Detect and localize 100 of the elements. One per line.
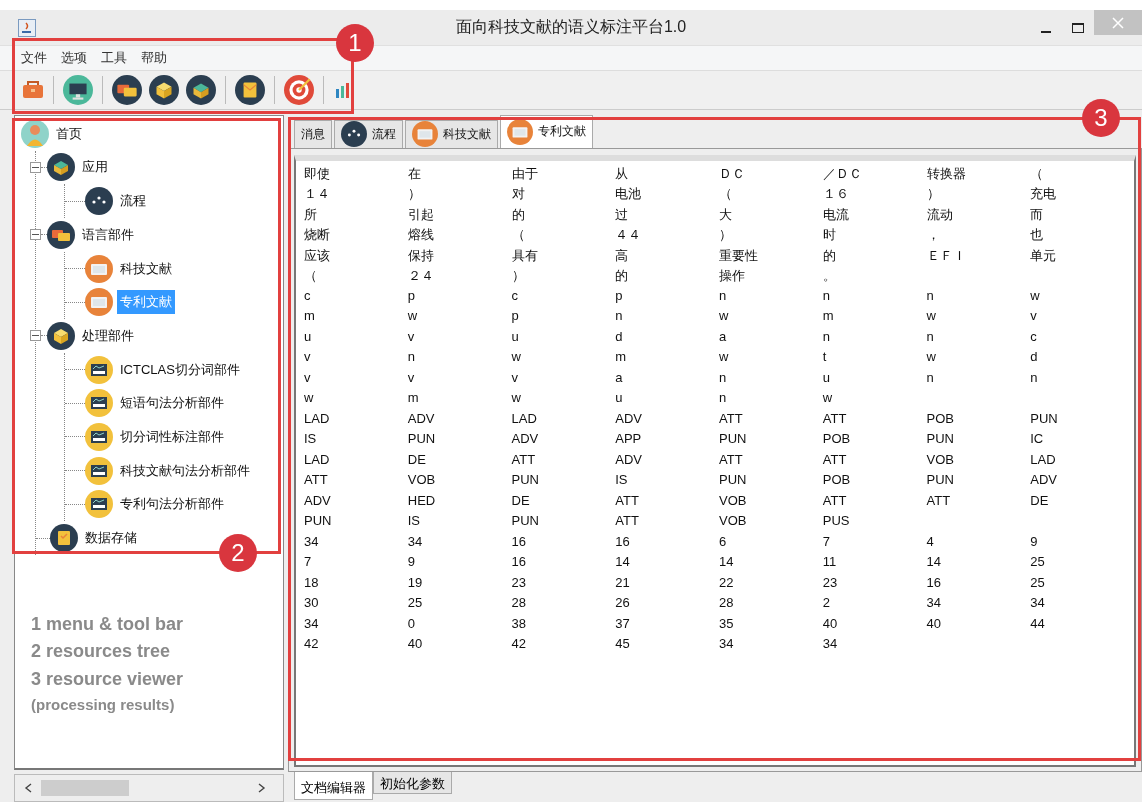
collapse-toggle[interactable] (30, 229, 41, 241)
grid-cell: 对 (511, 186, 525, 202)
tree-item[interactable]: 应用 (79, 155, 111, 180)
menu-item[interactable]: 选项 (60, 49, 88, 67)
menu-item[interactable]: 帮助 (140, 49, 168, 67)
grid-cell: 2 (822, 595, 830, 611)
grid-cell: （ (1030, 165, 1044, 181)
grid-cell: 单元 (1030, 247, 1057, 263)
grid-cell: v (1030, 308, 1037, 324)
grid-cell: 16 (511, 554, 526, 570)
tree-item[interactable]: 科技文献句法分析部件 (117, 458, 253, 483)
tree-item[interactable]: ICTCLAS切分词部件 (117, 357, 243, 382)
grid-cell: n (822, 287, 830, 303)
java-icon (18, 18, 36, 37)
grid-cell: 14 (615, 554, 630, 570)
tab[interactable]: 科技文献 (405, 119, 498, 148)
grid-cell: w (926, 308, 936, 324)
grid-cell: v (304, 349, 311, 365)
grid-cell: HED (407, 492, 436, 508)
grid-cell: 过 (615, 206, 629, 222)
tree-item[interactable]: 专利句法分析部件 (117, 492, 227, 517)
grid-cell: DE (407, 451, 426, 467)
tree-item[interactable]: 短语句法分析部件 (117, 391, 227, 416)
tree-item[interactable]: 首页 (53, 121, 85, 146)
grid-cell: p (511, 308, 519, 324)
grid-cell: 34 (304, 615, 319, 631)
grid-cell: 烧断 (304, 227, 330, 243)
grid-cell: ATT (719, 451, 743, 467)
grid-cell: 也 (1030, 227, 1044, 243)
collapse-toggle[interactable] (30, 330, 41, 342)
clipboard-icon (50, 524, 78, 552)
grid-cell: v (407, 328, 415, 344)
grid-cell: 所 (304, 206, 317, 222)
tab[interactable]: 流程 (334, 119, 403, 148)
tab[interactable]: 初始化参数 (373, 772, 452, 794)
grid-cell: c (1030, 328, 1037, 344)
grid-cell: n (719, 287, 727, 303)
grid-cell: 操作 (719, 268, 745, 284)
grid-cell: 44 (1030, 615, 1045, 631)
keyboard-icon (85, 389, 113, 418)
grid-cell: d (615, 328, 623, 344)
horizontal-scrollbar[interactable] (14, 774, 284, 802)
box-icon[interactable] (186, 74, 216, 105)
menu-item[interactable]: 工具 (100, 49, 128, 67)
tree-item[interactable]: 语言部件 (79, 222, 137, 247)
grid-cell: 40 (822, 615, 838, 631)
grid-cell: APP (615, 431, 642, 447)
grid-cell: ADV (304, 492, 331, 508)
grid-cell: ＥＦＩ (926, 247, 966, 263)
grid-cell: ADV (511, 431, 539, 447)
grid-cell: 。 (822, 268, 836, 284)
box-icon (47, 153, 75, 182)
grid-cell: w (407, 308, 418, 324)
grid-cell: v (304, 369, 311, 385)
grid-cell: u (304, 328, 312, 344)
tree-item[interactable]: 数据存储 (82, 526, 140, 550)
tree-item[interactable]: 处理部件 (79, 323, 137, 348)
grid-cell: n (926, 369, 934, 385)
grid-cell: （ (719, 186, 732, 202)
tree-item[interactable]: 流程 (117, 189, 149, 214)
cube-icon[interactable] (149, 74, 179, 105)
grid-cell: 22 (719, 574, 734, 590)
collapse-toggle[interactable] (30, 161, 41, 173)
grid-cell: 引起 (407, 206, 434, 222)
cards-icon[interactable] (112, 74, 142, 105)
tree-item[interactable]: 切分词性标注部件 (117, 424, 227, 449)
briefcase-icon[interactable] (22, 78, 44, 101)
grid-cell: LAD (1030, 451, 1056, 467)
grid-cell: a (615, 369, 623, 385)
grid-cell: 熔线 (407, 227, 434, 243)
grid-cell: １４ (304, 186, 330, 202)
grid-cell: w (719, 349, 729, 365)
grid-cell: w (304, 390, 314, 406)
grid-cell: u (511, 328, 519, 344)
grid-cell: VOB (407, 472, 436, 488)
scroll-thumb[interactable] (41, 780, 129, 796)
grid-cell: ２４ (407, 268, 434, 284)
grid-cell: ATT (822, 410, 847, 426)
grid-cell: 28 (719, 595, 734, 611)
grid-cell: 16 (615, 533, 630, 549)
grid-cell: 的 (511, 206, 525, 222)
menu-item[interactable]: 文件 (20, 49, 48, 67)
grid-cell: w (822, 390, 833, 406)
target-icon[interactable] (284, 74, 314, 105)
keyboard-icon (85, 355, 113, 384)
grid-cell: 42 (304, 636, 319, 652)
monitor-icon[interactable] (63, 74, 93, 105)
grid-cell: 25 (407, 595, 423, 611)
tab[interactable]: 专利文献 (500, 114, 593, 148)
tab[interactable]: 消息 (294, 119, 332, 148)
tab[interactable]: 文档编辑器 (294, 772, 373, 800)
tree-item[interactable]: 科技文献 (117, 256, 175, 281)
grid-cell: 14 (926, 554, 941, 570)
grid-cell: 34 (304, 533, 319, 549)
grid-cell: 14 (719, 554, 734, 570)
grid-cell: ） (407, 186, 421, 202)
envelope-icon[interactable] (235, 74, 265, 105)
grid-cell: m (822, 308, 834, 324)
grid-cell: 42 (511, 636, 526, 652)
grid-cell: LAD (304, 410, 330, 426)
